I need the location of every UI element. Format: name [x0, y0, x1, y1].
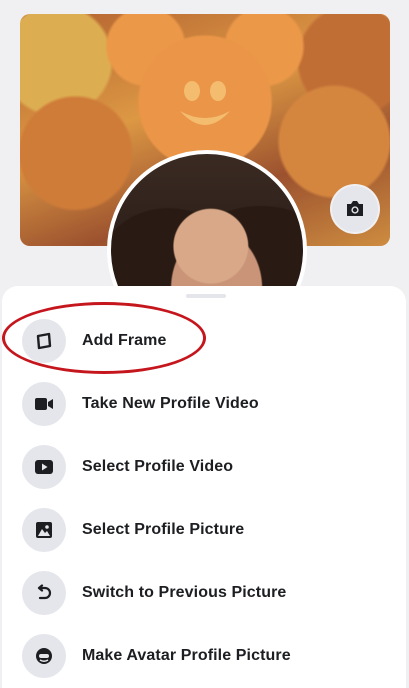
- menu-item-label: Make Avatar Profile Picture: [82, 647, 291, 664]
- undo-icon: [37, 584, 52, 600]
- photo-icon: [36, 522, 52, 538]
- menu-item-select-profile-picture[interactable]: Select Profile Picture: [2, 502, 406, 558]
- camera-icon: [347, 201, 363, 216]
- menu-icon-circle: [22, 508, 66, 552]
- pumpkin-face-decoration: [180, 81, 230, 125]
- menu-icon-circle: [22, 445, 66, 489]
- menu-item-switch-to-previous-picture[interactable]: Switch to Previous Picture: [2, 565, 406, 621]
- menu-item-take-new-profile-video[interactable]: Take New Profile Video: [2, 376, 406, 432]
- menu-item-label: Take New Profile Video: [82, 395, 259, 412]
- menu-item-label: Select Profile Video: [82, 458, 234, 475]
- cover-camera-button[interactable]: [332, 186, 378, 232]
- play-icon: [35, 460, 53, 474]
- menu-item-select-profile-video[interactable]: Select Profile Video: [2, 439, 406, 495]
- avatar-icon: [36, 648, 52, 664]
- menu-icon-circle: [22, 382, 66, 426]
- menu-icon-circle: [22, 571, 66, 615]
- video-camera-icon: [35, 398, 53, 410]
- menu-item-label: Switch to Previous Picture: [82, 584, 287, 601]
- menu-item-make-avatar-profile-picture[interactable]: Make Avatar Profile Picture: [2, 628, 406, 684]
- menu-icon-circle: [22, 634, 66, 678]
- highlight-annotation-oval: [2, 302, 206, 374]
- menu-item-label: Select Profile Picture: [82, 521, 245, 538]
- sheet-drag-handle[interactable]: [186, 294, 226, 298]
